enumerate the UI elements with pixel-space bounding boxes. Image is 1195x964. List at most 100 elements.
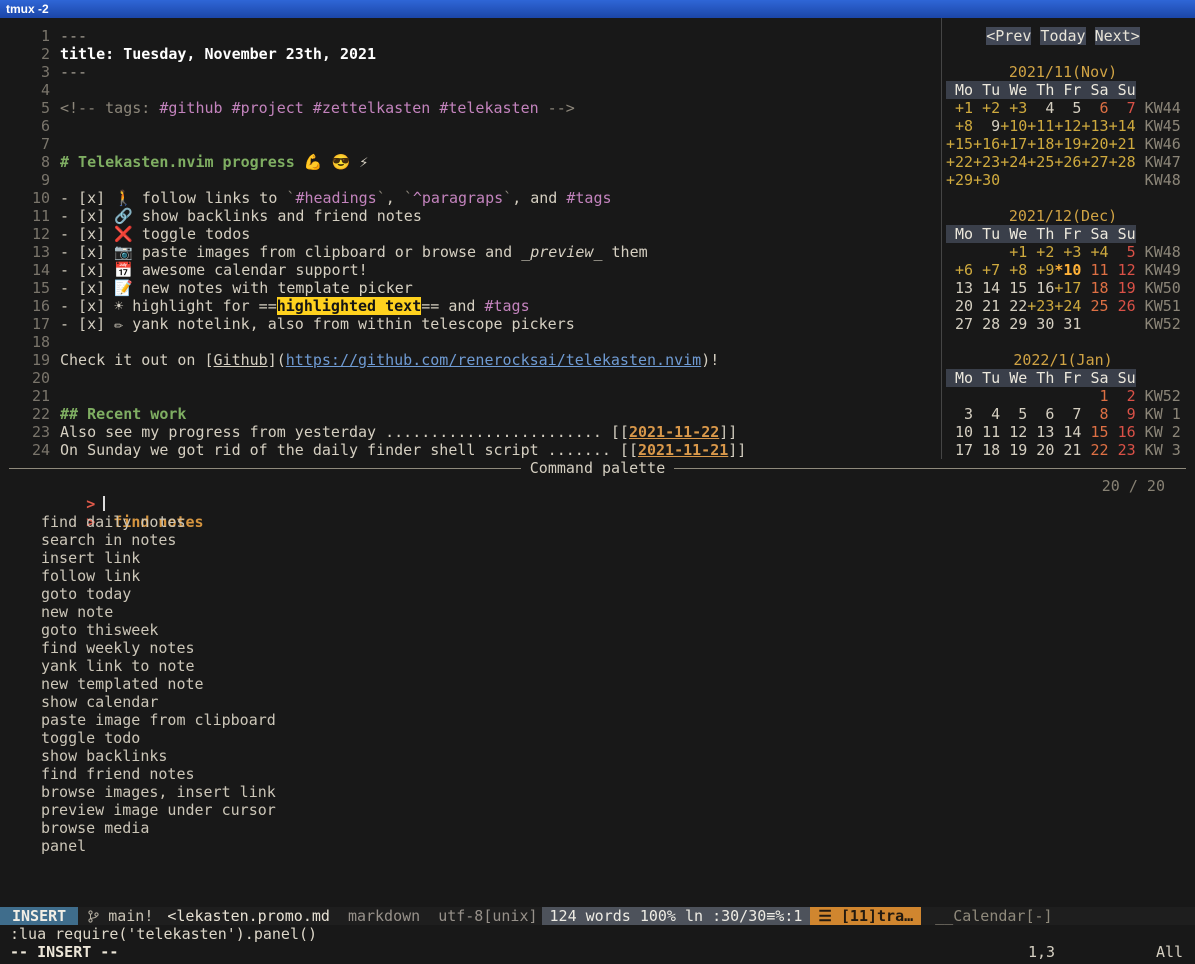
calendar-day[interactable]: 11 <box>973 423 1000 441</box>
calendar-day[interactable]: 12 <box>1000 423 1027 441</box>
calendar-day[interactable]: 19 <box>1000 441 1027 459</box>
palette-item[interactable]: goto thisweek <box>0 621 1195 639</box>
git-branch[interactable]: main! <box>88 907 153 925</box>
calendar-day[interactable]: 16 <box>1109 423 1136 441</box>
calendar-day[interactable]: 28 <box>973 315 1000 333</box>
calendar-day[interactable]: +8 <box>1000 261 1027 279</box>
calendar-day[interactable]: 18 <box>1081 279 1108 297</box>
tag[interactable]: #zettelkasten <box>313 99 430 117</box>
buffer-tab[interactable]: ☰ [11]tra… <box>810 907 921 925</box>
calendar-day[interactable]: +25 <box>1027 153 1054 171</box>
calendar-day[interactable]: +28 <box>1109 153 1136 171</box>
calendar-day[interactable]: 9 <box>1109 405 1136 423</box>
editor-line[interactable]: 21 <box>10 387 941 405</box>
palette-item[interactable]: new note <box>0 603 1195 621</box>
palette-item[interactable]: show backlinks <box>0 747 1195 765</box>
calendar-day[interactable]: +14 <box>1109 117 1136 135</box>
editor-line[interactable]: 13- [x] 📷 paste images from clipboard or… <box>10 243 941 261</box>
calendar-day[interactable]: 21 <box>1054 441 1081 459</box>
calendar-day[interactable]: 15 <box>1000 279 1027 297</box>
editor-line[interactable]: 15- [x] 📝 new notes with template picker <box>10 279 941 297</box>
palette-item[interactable]: new templated note <box>0 675 1195 693</box>
editor-line[interactable]: 4 <box>10 81 941 99</box>
calendar-day[interactable]: 7 <box>1109 99 1136 117</box>
calendar-day[interactable]: 26 <box>1109 297 1136 315</box>
tag[interactable]: #project <box>232 99 304 117</box>
calendar-day[interactable]: 21 <box>973 297 1000 315</box>
palette-prompt[interactable]: > 20 / 20 <box>0 477 1195 495</box>
tag[interactable]: ^paragraps <box>413 189 503 207</box>
calendar-day[interactable]: +12 <box>1054 117 1081 135</box>
calendar-day[interactable]: 30 <box>1027 315 1054 333</box>
calendar-day[interactable]: 14 <box>973 279 1000 297</box>
wiki-link-date[interactable]: 2021-11-22 <box>629 423 719 441</box>
calendar-day[interactable]: 12 <box>1109 261 1136 279</box>
editor-line[interactable]: 9 <box>10 171 941 189</box>
calendar-day[interactable]: +23 <box>973 153 1000 171</box>
editor-line[interactable]: 3--- <box>10 63 941 81</box>
palette-item[interactable]: paste image from clipboard <box>0 711 1195 729</box>
calendar-day[interactable]: 1 <box>1081 387 1108 405</box>
calendar-day[interactable]: 19 <box>1109 279 1136 297</box>
calendar-day[interactable]: +17 <box>1054 279 1081 297</box>
calendar-day[interactable]: 5 <box>1054 99 1081 117</box>
calendar-day[interactable]: +10 <box>1000 117 1027 135</box>
calendar-day[interactable]: +9 <box>1027 261 1054 279</box>
editor-line[interactable]: 23Also see my progress from yesterday ..… <box>10 423 941 441</box>
calendar-day[interactable]: +1 <box>1000 243 1027 261</box>
calendar-day[interactable]: +11 <box>1027 117 1054 135</box>
calendar-day[interactable]: +7 <box>973 261 1000 279</box>
palette-item[interactable]: browse media <box>0 819 1195 837</box>
editor-line[interactable]: 24On Sunday we got rid of the daily find… <box>10 441 941 459</box>
calendar-day[interactable]: +2 <box>1027 243 1054 261</box>
editor-line[interactable]: 5<!-- tags: #github #project #zettelkast… <box>10 99 941 117</box>
tag[interactable]: #tags <box>484 297 529 315</box>
editor-line[interactable]: 10- [x] 🚶 follow links to `#headings`, `… <box>10 189 941 207</box>
editor-line[interactable]: 12- [x] ❌ toggle todos <box>10 225 941 243</box>
calendar-day[interactable]: 13 <box>1027 423 1054 441</box>
palette-item[interactable]: goto today <box>0 585 1195 603</box>
calendar-day[interactable]: +20 <box>1081 135 1108 153</box>
calendar-day[interactable]: 10 <box>946 423 973 441</box>
editor-line[interactable]: 20 <box>10 369 941 387</box>
calendar-day[interactable]: +13 <box>1081 117 1108 135</box>
calendar-day[interactable]: 5 <box>1109 243 1136 261</box>
calendar-day[interactable]: +22 <box>946 153 973 171</box>
editor-line[interactable]: 16- [x] ☀ highlight for ==highlighted te… <box>10 297 941 315</box>
editor-line[interactable]: 1--- <box>10 27 941 45</box>
calendar-day[interactable]: 23 <box>1109 441 1136 459</box>
editor-line[interactable]: 6 <box>10 117 941 135</box>
palette-item[interactable]: find daily notes <box>0 513 1195 531</box>
calendar-day[interactable]: +1 <box>946 99 973 117</box>
palette-item[interactable]: find weekly notes <box>0 639 1195 657</box>
calendar-day[interactable]: +26 <box>1054 153 1081 171</box>
calendar-day[interactable]: 9 <box>973 117 1000 135</box>
calendar-day[interactable]: +2 <box>973 99 1000 117</box>
palette-item[interactable]: follow link <box>0 567 1195 585</box>
calendar-day[interactable]: +24 <box>1054 297 1081 315</box>
calendar-day[interactable]: 6 <box>1027 405 1054 423</box>
calendar-day[interactable]: 11 <box>1081 261 1108 279</box>
calendar-day[interactable]: 29 <box>1000 315 1027 333</box>
calendar-day[interactable]: 13 <box>946 279 973 297</box>
calendar-day[interactable]: 27 <box>946 315 973 333</box>
calendar-today-button[interactable]: Today <box>1040 27 1085 45</box>
calendar-day[interactable]: 14 <box>1054 423 1081 441</box>
tag[interactable]: #headings <box>295 189 376 207</box>
calendar-day[interactable]: 25 <box>1081 297 1108 315</box>
editor-line[interactable]: 18 <box>10 333 941 351</box>
palette-item[interactable]: preview image under cursor <box>0 801 1195 819</box>
palette-item[interactable]: search in notes <box>0 531 1195 549</box>
calendar-day[interactable]: +30 <box>973 171 1000 189</box>
calendar-next-button[interactable]: Next> <box>1095 27 1140 45</box>
calendar-day[interactable]: +19 <box>1054 135 1081 153</box>
calendar-day[interactable]: +27 <box>1081 153 1108 171</box>
palette-item[interactable]: find friend notes <box>0 765 1195 783</box>
editor-line[interactable]: 8# Telekasten.nvim progress 💪 😎 ⚡ <box>10 153 941 171</box>
calendar-day[interactable]: +6 <box>946 261 973 279</box>
calendar-day[interactable]: +4 <box>1081 243 1108 261</box>
wiki-link-date[interactable]: 2021-11-21 <box>638 441 728 459</box>
calendar-day[interactable]: 22 <box>1000 297 1027 315</box>
calendar-day[interactable]: +23 <box>1027 297 1054 315</box>
calendar-day[interactable]: 5 <box>1000 405 1027 423</box>
